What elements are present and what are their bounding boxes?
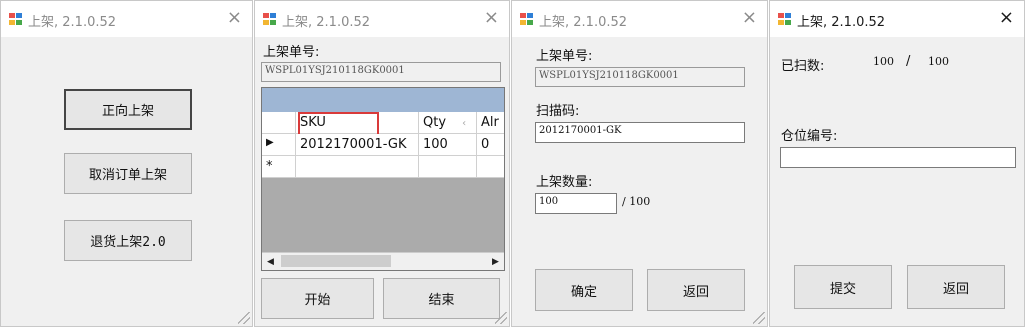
scroll-right-icon[interactable]: ▶ bbox=[487, 253, 504, 270]
window-title: 上架, 2.1.0.52 bbox=[539, 15, 628, 30]
submit-button[interactable]: 提交 bbox=[794, 265, 892, 309]
title-bar: 上架, 2.1.0.52 × bbox=[1, 1, 252, 37]
title-bar: 上架, 2.1.0.52 × bbox=[512, 1, 767, 37]
sort-icon: ‹ bbox=[462, 118, 467, 129]
location-code-label: 仓位编号: bbox=[781, 129, 838, 144]
grid-header-row: SKU Qty ‹ Alr bbox=[262, 112, 504, 136]
confirm-button[interactable]: 确定 bbox=[535, 269, 633, 311]
title-bar: 上架, 2.1.0.52 × bbox=[770, 1, 1024, 37]
resize-grip-icon[interactable] bbox=[495, 312, 507, 324]
close-icon[interactable]: × bbox=[999, 8, 1014, 28]
scrollbar-thumb[interactable] bbox=[281, 255, 391, 267]
order-number-field[interactable]: WSPL01YSJ210118GK0001 bbox=[535, 67, 745, 87]
window-putaway-order: 上架, 2.1.0.52 × 上架单号: WSPL01YSJ210118GK00… bbox=[254, 0, 510, 327]
window-putaway-scan: 上架, 2.1.0.52 × 上架单号: WSPL01YSJ210118GK00… bbox=[511, 0, 768, 327]
window-putaway-menu: 上架, 2.1.0.52 × 正向上架 取消订单上架 退货上架2.0 bbox=[0, 0, 253, 327]
app-grid-icon bbox=[520, 13, 534, 26]
row-selected-marker-icon: ▶ bbox=[262, 134, 296, 156]
location-code-input[interactable] bbox=[780, 147, 1016, 168]
scanned-count-label: 已扫数: bbox=[781, 59, 825, 74]
cell-sku[interactable]: 2012170001-GK bbox=[296, 134, 419, 156]
new-cell-alr[interactable] bbox=[477, 156, 504, 178]
resize-grip-icon[interactable] bbox=[238, 312, 250, 324]
close-icon[interactable]: × bbox=[484, 8, 499, 28]
app-grid-icon bbox=[778, 13, 792, 26]
row-header-corner bbox=[262, 112, 296, 134]
forward-putaway-button[interactable]: 正向上架 bbox=[64, 89, 192, 130]
end-button[interactable]: 结束 bbox=[383, 278, 500, 319]
scan-code-input[interactable]: 2012170001-GK bbox=[535, 122, 745, 143]
column-header-qty-label: Qty bbox=[423, 115, 447, 130]
sku-grid[interactable]: SKU Qty ‹ Alr ▶ 2012170001-GK 100 0 * ◀ … bbox=[261, 87, 505, 271]
scanned-count-total: 100 bbox=[928, 55, 949, 68]
window-title: 上架, 2.1.0.52 bbox=[28, 15, 117, 30]
window-putaway-location: 上架, 2.1.0.52 × 已扫数: 100 / 100 仓位编号: 提交 返… bbox=[769, 0, 1025, 327]
quantity-label: 上架数量: bbox=[536, 175, 593, 190]
new-row[interactable]: * bbox=[262, 156, 504, 178]
back-button[interactable]: 返回 bbox=[907, 265, 1005, 309]
new-row-marker-icon: * bbox=[262, 156, 296, 178]
cancel-order-putaway-button[interactable]: 取消订单上架 bbox=[64, 153, 192, 194]
order-number-label: 上架单号: bbox=[263, 45, 320, 60]
app-grid-icon bbox=[263, 13, 277, 26]
start-button[interactable]: 开始 bbox=[261, 278, 374, 319]
new-cell-qty[interactable] bbox=[419, 156, 477, 178]
title-bar: 上架, 2.1.0.52 × bbox=[255, 1, 509, 37]
order-number-field[interactable]: WSPL01YSJ210118GK0001 bbox=[261, 62, 501, 82]
cell-alr[interactable]: 0 bbox=[477, 134, 504, 156]
order-number-label: 上架单号: bbox=[536, 49, 593, 64]
scanned-count-separator: / bbox=[906, 54, 911, 69]
quantity-total: / 100 bbox=[622, 195, 651, 208]
scan-code-label: 扫描码: bbox=[536, 104, 580, 119]
scroll-left-icon[interactable]: ◀ bbox=[262, 253, 279, 270]
column-header-qty[interactable]: Qty ‹ bbox=[419, 112, 477, 134]
return-putaway-button[interactable]: 退货上架2.0 bbox=[64, 220, 192, 261]
scanned-count-value: 100 bbox=[873, 55, 894, 68]
grid-caption-bar bbox=[262, 88, 504, 112]
back-button[interactable]: 返回 bbox=[647, 269, 745, 311]
horizontal-scrollbar[interactable]: ◀ ▶ bbox=[262, 252, 504, 270]
close-icon[interactable]: × bbox=[742, 8, 757, 28]
table-row[interactable]: ▶ 2012170001-GK 100 0 bbox=[262, 134, 504, 156]
window-title: 上架, 2.1.0.52 bbox=[797, 15, 886, 30]
cell-qty[interactable]: 100 bbox=[419, 134, 477, 156]
resize-grip-icon[interactable] bbox=[753, 312, 765, 324]
window-title: 上架, 2.1.0.52 bbox=[282, 15, 371, 30]
sku-header-highlight bbox=[298, 112, 379, 136]
close-icon[interactable]: × bbox=[227, 8, 242, 28]
app-grid-icon bbox=[9, 13, 23, 26]
column-header-alr[interactable]: Alr bbox=[477, 112, 504, 134]
new-cell-sku[interactable] bbox=[296, 156, 419, 178]
quantity-input[interactable]: 100 bbox=[535, 193, 617, 214]
